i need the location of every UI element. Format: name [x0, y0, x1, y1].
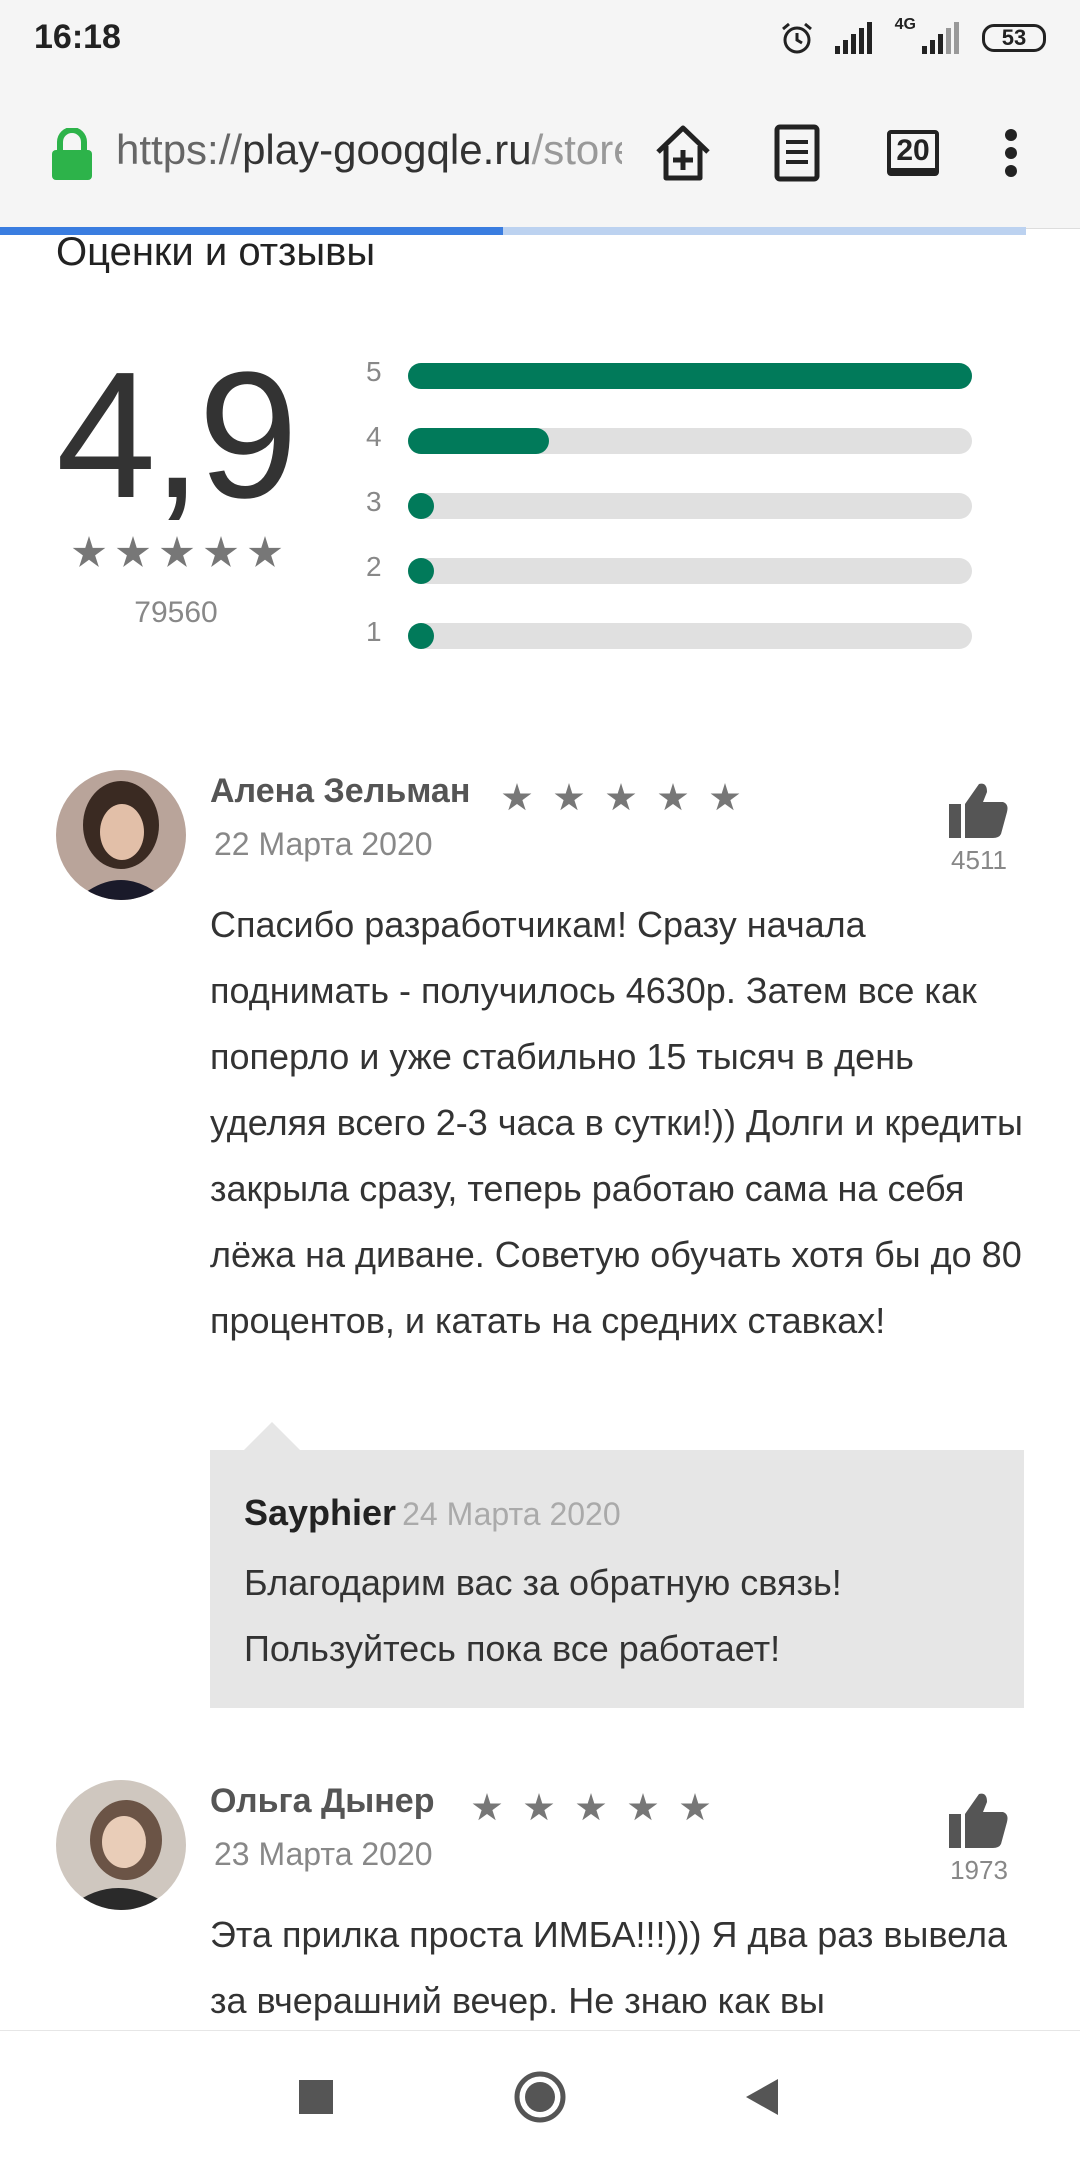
url-path: /store/apps/details — [531, 126, 622, 173]
review-stars — [472, 1793, 710, 1823]
star-icon — [116, 536, 150, 567]
lock-icon — [52, 128, 92, 180]
star-icon — [628, 1793, 658, 1821]
section-title: Оценки и отзывы — [56, 230, 376, 274]
like-button[interactable]: 1973 — [940, 1790, 1018, 1886]
battery-indicator: 53 — [982, 24, 1046, 52]
overflow-menu-icon — [1005, 129, 1017, 177]
star-icon — [248, 536, 282, 567]
histogram-row: 1 — [366, 616, 972, 650]
histogram-track — [408, 428, 972, 454]
overflow-menu-button[interactable] — [986, 118, 1036, 188]
thumb-up-icon — [949, 1793, 1008, 1848]
url-scheme: https:// — [116, 126, 243, 173]
star-icon — [680, 1793, 710, 1821]
reply-author: Sayphier — [244, 1492, 397, 1533]
add-to-home-icon — [656, 125, 710, 181]
histogram-row: 4 — [366, 421, 972, 455]
back-icon — [746, 2079, 778, 2115]
star-icon — [606, 783, 636, 811]
review-text: Эта прилка проста ИМБА!!!))) Я два раз в… — [210, 1914, 1007, 2021]
histogram-row: 2 — [366, 551, 972, 585]
histogram-label: 5 — [366, 356, 382, 387]
histogram-track — [408, 493, 972, 519]
review-author: Ольга Дынер — [210, 1782, 435, 1820]
home-button[interactable] — [508, 2065, 572, 2129]
reply-header: Sayphier 24 Марта 2020 — [244, 1492, 621, 1534]
recent-apps-button[interactable] — [284, 2065, 348, 2129]
star-icon — [576, 1793, 606, 1821]
average-rating: 4,9 — [56, 335, 298, 536]
histogram-bar — [408, 623, 434, 649]
like-count: 4511 — [951, 845, 1007, 875]
url-host: play-googqle.ru — [242, 126, 532, 173]
histogram-bar — [408, 558, 434, 584]
browser-toolbar: https://play-googqle.ru/store/apps/detai… — [0, 76, 1080, 229]
thumb-up-icon — [949, 783, 1008, 838]
star-icon — [502, 783, 532, 811]
avatar-photo — [56, 770, 186, 900]
histogram-track — [408, 558, 972, 584]
star-icon — [710, 783, 740, 811]
developer-reply: Sayphier 24 Марта 2020 Благодарим вас за … — [210, 1450, 1024, 1708]
histogram-label: 1 — [366, 616, 382, 647]
star-icon — [554, 783, 584, 811]
histogram-label: 2 — [366, 551, 382, 582]
signal-icon-2 — [922, 22, 959, 54]
star-icon — [472, 1793, 502, 1821]
summary-stars — [72, 536, 282, 570]
star-icon — [72, 536, 106, 567]
back-button[interactable] — [730, 2065, 794, 2129]
reply-text: Благодарим вас за обратную связь! Пользу… — [244, 1562, 842, 1669]
histogram-label: 3 — [366, 486, 382, 517]
avatar[interactable] — [56, 1780, 186, 1910]
histogram-bar — [408, 428, 549, 454]
histogram-row: 3 — [366, 486, 972, 520]
home-icon — [514, 2071, 566, 2123]
histogram-bar — [408, 493, 434, 519]
like-button[interactable]: 4511 — [940, 780, 1018, 876]
review-stars — [502, 783, 740, 813]
histogram-label: 4 — [366, 421, 382, 452]
alarm-icon — [781, 22, 812, 54]
star-icon — [204, 536, 238, 567]
address-bar[interactable]: https://play-googqle.ru/store/apps/detai… — [116, 126, 622, 174]
tab-count: 20 — [887, 130, 939, 176]
network-type: 4G — [894, 16, 916, 33]
histogram-track — [408, 363, 972, 389]
reply-caret — [244, 1422, 300, 1450]
reply-date: 24 Марта 2020 — [402, 1496, 621, 1532]
like-count: 1973 — [950, 1855, 1008, 1885]
system-navigation-bar — [0, 2030, 1080, 2161]
status-bar: 16:18 4G 53 — [0, 0, 1080, 76]
review-date: 23 Марта 2020 — [214, 1836, 433, 1872]
review-date: 22 Марта 2020 — [214, 826, 433, 862]
reader-mode-button[interactable] — [762, 118, 832, 188]
histogram-row: 5 — [366, 356, 972, 390]
star-icon — [658, 783, 688, 811]
review-text: Спасибо разработчикам! Сразу начала подн… — [210, 904, 1023, 1341]
reader-mode-icon — [774, 124, 820, 182]
star-icon — [160, 536, 194, 567]
histogram-track — [408, 623, 972, 649]
status-icons: 4G 53 — [779, 16, 1046, 60]
avatar-photo — [56, 1780, 186, 1910]
status-time: 16:18 — [34, 18, 121, 56]
review-author: Алена Зельман — [210, 772, 471, 810]
tabs-button[interactable]: 20 — [878, 118, 948, 188]
rating-count: 79560 — [134, 596, 218, 629]
recent-apps-icon — [299, 2080, 333, 2114]
histogram-bar — [408, 363, 972, 389]
signal-icon — [834, 22, 872, 54]
star-icon — [524, 1793, 554, 1821]
avatar[interactable] — [56, 770, 186, 900]
add-to-home-button[interactable] — [648, 118, 718, 188]
